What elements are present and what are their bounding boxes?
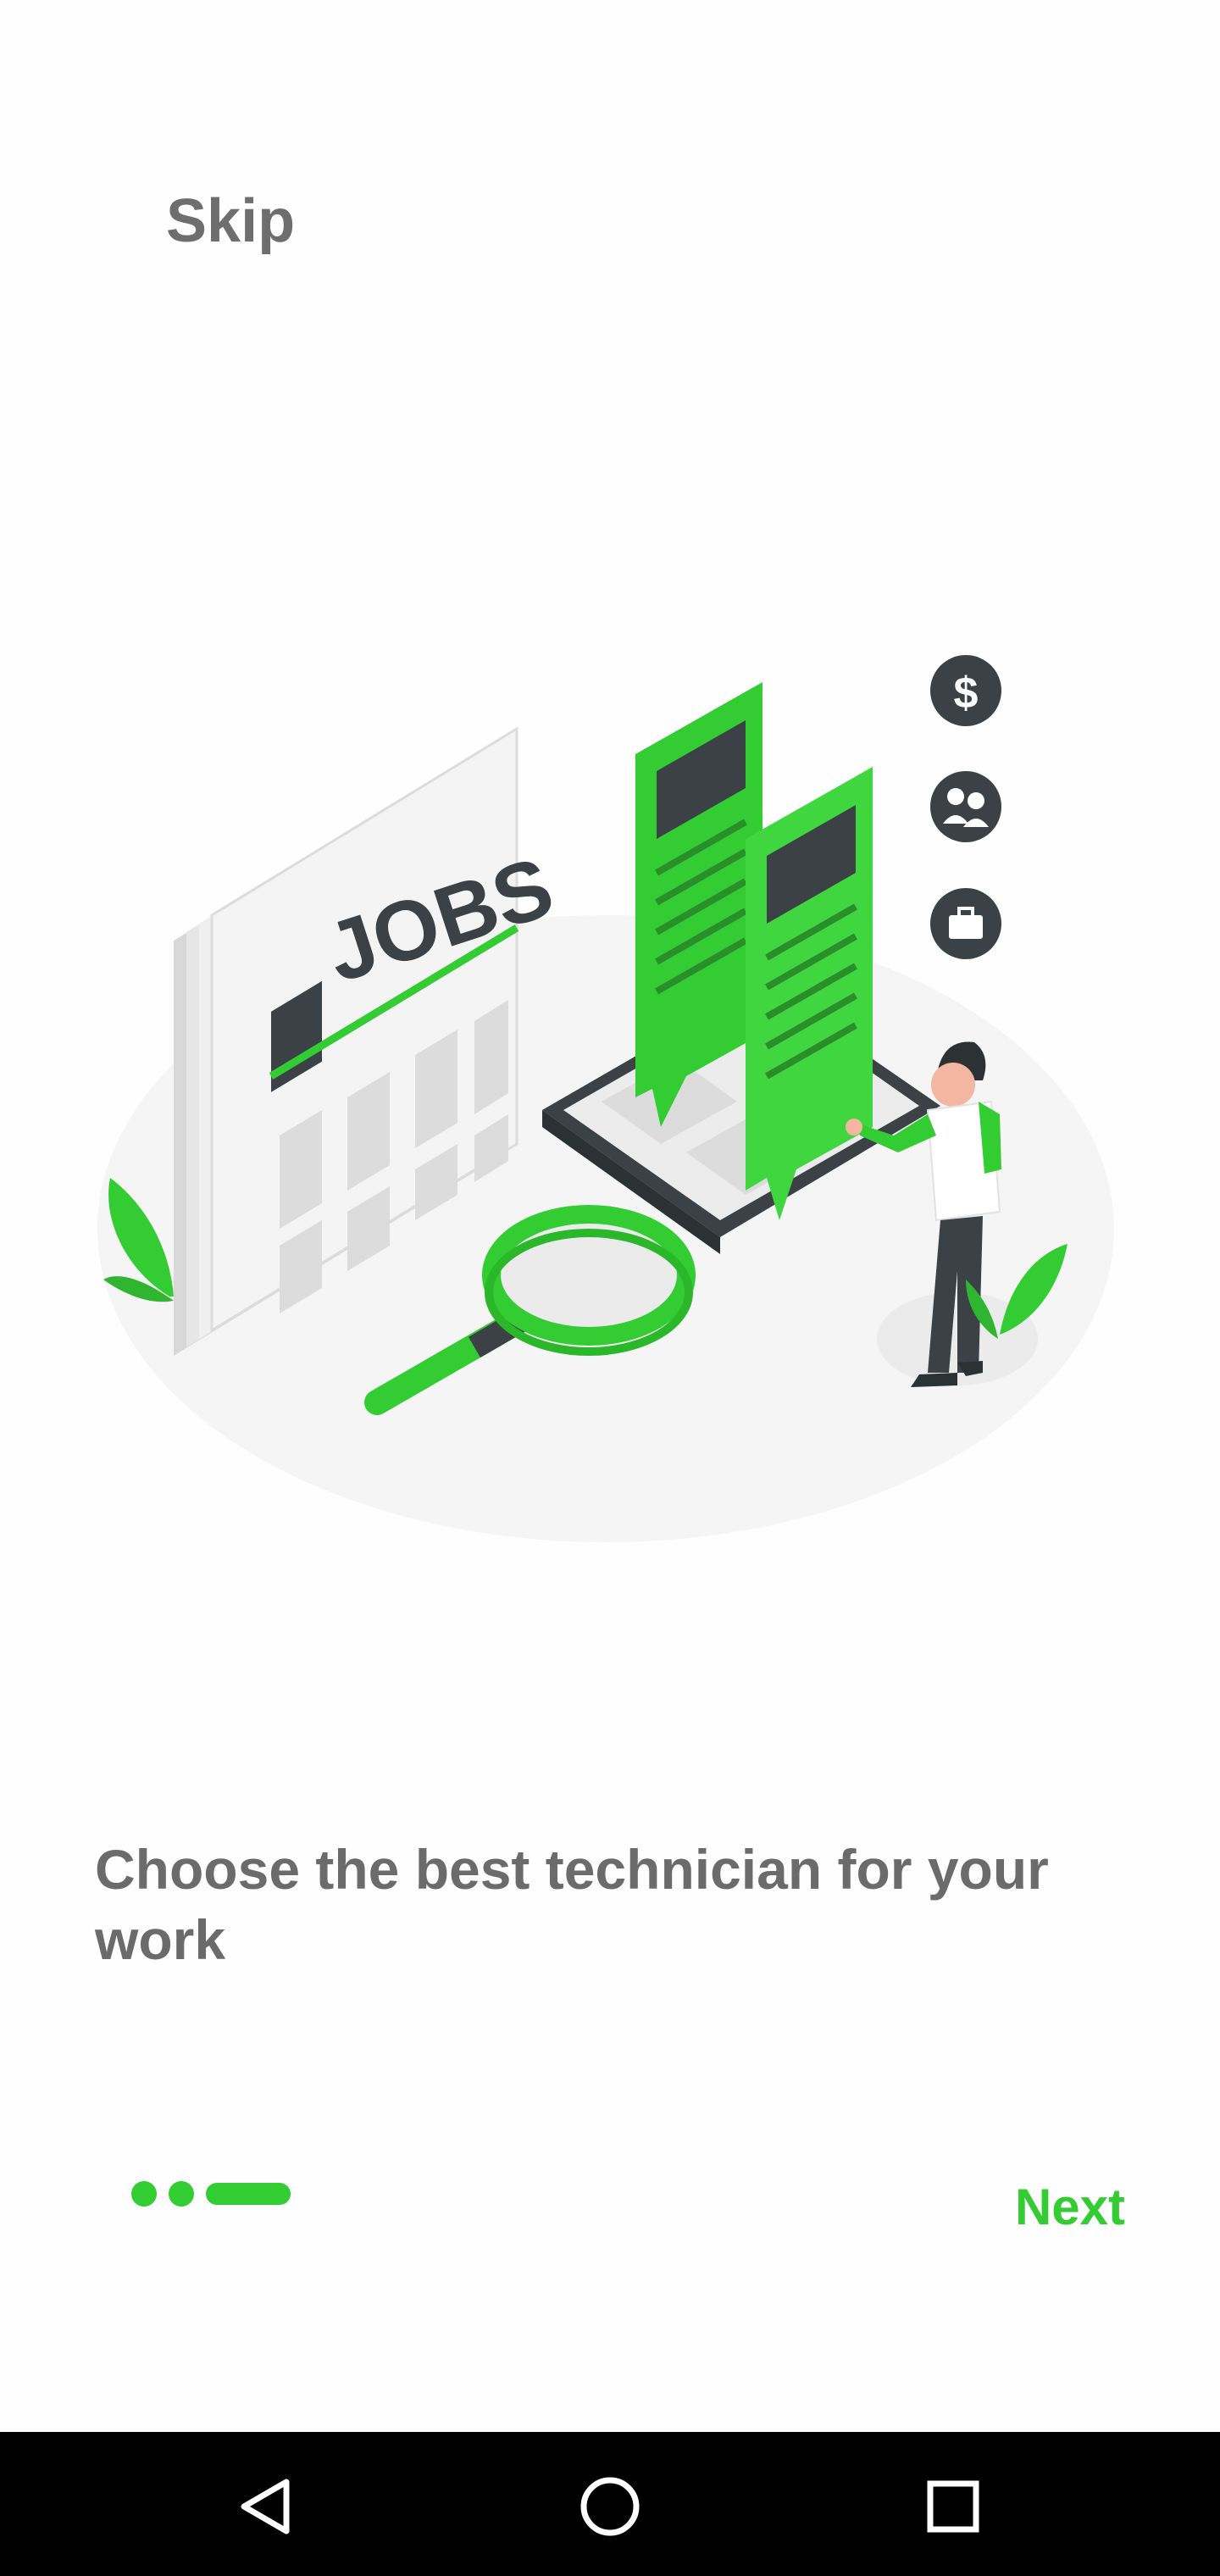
people-icon xyxy=(930,771,1001,842)
svg-text:$: $ xyxy=(954,669,979,718)
page-dot-3-active xyxy=(206,2183,291,2205)
next-button[interactable]: Next xyxy=(1015,2178,1125,2236)
skip-button[interactable]: Skip xyxy=(166,186,295,256)
page-dot-2 xyxy=(169,2181,194,2207)
recents-icon[interactable] xyxy=(902,2456,1004,2557)
onboarding-screen: Skip JOBS $ Choose the best technician f… xyxy=(0,0,1220,2432)
briefcase-icon xyxy=(930,888,1001,959)
back-icon[interactable] xyxy=(216,2456,318,2557)
onboarding-headline: Choose the best technician for your work xyxy=(95,1838,1049,1971)
home-icon[interactable] xyxy=(559,2456,661,2557)
page-dot-1 xyxy=(131,2181,157,2207)
system-navigation-bar xyxy=(0,2432,1220,2576)
jobs-search-illustration: JOBS $ xyxy=(97,655,1114,1542)
page-indicator xyxy=(131,2181,291,2207)
dollar-icon: $ xyxy=(930,655,1001,726)
